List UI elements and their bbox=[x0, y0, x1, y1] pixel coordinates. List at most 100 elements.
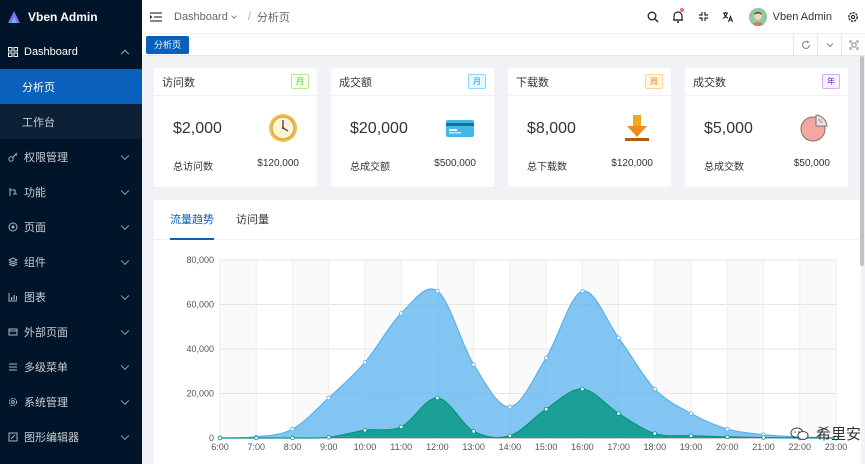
sidebar-item-graph-editor[interactable]: 图形编辑器 bbox=[0, 419, 142, 454]
sidebar-item-label: 分析页 bbox=[22, 81, 55, 94]
card-total-label: 总成交数 bbox=[704, 162, 744, 173]
sidebar-item-system[interactable]: 系统管理 bbox=[0, 384, 142, 419]
card-footer: 总成交额 $500,000 bbox=[350, 158, 476, 173]
data-point bbox=[761, 435, 766, 440]
menu-fold-icon[interactable] bbox=[150, 11, 162, 22]
sidebar-item-label: 权限管理 bbox=[24, 151, 68, 164]
menu-icon bbox=[8, 362, 18, 372]
card-header: 成交数 年 bbox=[685, 68, 848, 96]
pie-chart-icon: % bbox=[800, 114, 828, 142]
chevron-down-icon bbox=[120, 186, 130, 195]
x-tick-label: 7:00 bbox=[247, 442, 265, 452]
data-point bbox=[652, 431, 658, 436]
data-point bbox=[326, 435, 331, 440]
traffic-chart-panel: 流量趋势 访问量 0 20,000 40,000 60,000 80,000 6:00 7:… bbox=[154, 200, 861, 464]
download-icon bbox=[625, 115, 649, 141]
card-header: 访问数 月 bbox=[154, 68, 317, 96]
components-icon bbox=[8, 256, 18, 267]
refresh-button[interactable] bbox=[793, 34, 817, 55]
sidebar-item-analysis[interactable]: 分析页 bbox=[0, 69, 142, 104]
sidebar-item-charts[interactable]: 图表 bbox=[0, 279, 142, 314]
y-tick-label: 40,000 bbox=[186, 344, 214, 354]
scrollbar-thumb[interactable] bbox=[860, 56, 864, 266]
data-point bbox=[543, 355, 549, 361]
search-icon bbox=[647, 11, 659, 22]
data-point bbox=[580, 386, 585, 392]
sidebar-item-components[interactable]: 组件 bbox=[0, 244, 142, 279]
data-point bbox=[688, 411, 694, 416]
card-total-value: $120,000 bbox=[257, 158, 299, 169]
x-tick-label: 10:00 bbox=[354, 442, 377, 452]
sidebar-item-page[interactable]: 页面 bbox=[0, 209, 142, 244]
sidebar-item-label: 页面 bbox=[24, 221, 46, 234]
sidebar-item-permission[interactable]: 权限管理 bbox=[0, 139, 142, 174]
card-total-value: $500,000 bbox=[434, 158, 476, 169]
chevron-down-icon bbox=[120, 221, 130, 230]
data-point bbox=[471, 362, 476, 367]
settings-icon bbox=[8, 397, 18, 407]
sidebar-item-dashboard[interactable]: Dashboard bbox=[0, 34, 142, 69]
clock-icon bbox=[269, 114, 297, 142]
breadcrumb-analysis[interactable]: 分析页 bbox=[257, 9, 290, 25]
main-content: 访问数 月 $2,000 总访问数 $120,000 成交额 月 $20,000 bbox=[142, 56, 865, 464]
tab-visits[interactable]: 访问量 bbox=[236, 211, 269, 239]
chevron-down-icon[interactable] bbox=[230, 12, 237, 19]
notification-dot bbox=[679, 7, 684, 12]
settings-button[interactable] bbox=[840, 0, 865, 34]
card-total-value: $120,000 bbox=[611, 158, 653, 169]
search-button[interactable] bbox=[641, 0, 666, 34]
app-logo[interactable]: Vben Admin bbox=[0, 0, 142, 34]
tab-traffic-trend[interactable]: 流量趋势 bbox=[170, 211, 214, 240]
x-tick-label: 16:00 bbox=[571, 442, 594, 452]
sidebar: Vben Admin Dashboard 分析页 工作台 权限管理 功能 页面 … bbox=[0, 0, 142, 464]
data-point bbox=[507, 433, 513, 438]
data-point bbox=[398, 311, 404, 316]
period-tag: 月 bbox=[291, 74, 309, 89]
card-total-label: 总访问数 bbox=[173, 162, 213, 173]
avatar[interactable] bbox=[748, 7, 767, 26]
card-total-label: 总下载数 bbox=[527, 162, 567, 173]
data-point bbox=[290, 435, 295, 441]
sidebar-item-label: 功能 bbox=[24, 186, 46, 199]
x-tick-label: 8:00 bbox=[284, 442, 302, 452]
fullscreen-button[interactable] bbox=[691, 0, 716, 34]
credit-card-icon bbox=[446, 120, 474, 137]
data-point bbox=[326, 395, 331, 401]
x-tick-label: 11:00 bbox=[390, 442, 412, 452]
breadcrumb: Dashboard / 分析页 bbox=[174, 9, 290, 25]
data-point bbox=[217, 435, 223, 441]
sidebar-item-workbench[interactable]: 工作台 bbox=[0, 104, 142, 139]
sidebar-item-external[interactable]: 外部页面 bbox=[0, 314, 142, 349]
chevron-down-icon bbox=[120, 151, 130, 160]
chart-icon bbox=[8, 292, 18, 302]
data-point bbox=[471, 429, 476, 434]
card-value: $5,000 bbox=[704, 120, 753, 137]
tabs-dropdown-button[interactable] bbox=[817, 34, 841, 55]
data-point bbox=[616, 411, 621, 416]
language-button[interactable] bbox=[716, 0, 741, 34]
chevron-up-icon bbox=[120, 49, 130, 58]
stat-card-sales: 成交额 月 $20,000 总成交额 $500,000 bbox=[331, 68, 494, 187]
x-tick-label: 20:00 bbox=[716, 442, 739, 452]
x-tick-label: 6:00 bbox=[211, 442, 229, 452]
page-scrollbar[interactable] bbox=[859, 56, 865, 286]
breadcrumb-dashboard[interactable]: Dashboard bbox=[174, 11, 228, 23]
sidebar-item-label: 图表 bbox=[24, 291, 46, 304]
username[interactable]: Vben Admin bbox=[773, 11, 832, 23]
data-point bbox=[688, 433, 694, 438]
data-point bbox=[435, 288, 440, 294]
data-point bbox=[290, 426, 295, 432]
top-header: Dashboard / 分析页 Vben Admin bbox=[142, 0, 865, 34]
card-footer: 总下载数 $120,000 bbox=[527, 158, 653, 173]
settings-icon bbox=[847, 11, 858, 22]
data-point bbox=[435, 395, 440, 401]
notification-button[interactable] bbox=[666, 0, 691, 34]
card-value: $20,000 bbox=[350, 120, 408, 137]
card-total-value: $50,000 bbox=[793, 158, 830, 169]
sidebar-item-multilevel[interactable]: 多级菜单 bbox=[0, 349, 142, 384]
fold-content-button[interactable] bbox=[841, 34, 865, 55]
tab-analysis[interactable]: 分析页 bbox=[146, 35, 190, 54]
period-tag: 年 bbox=[822, 74, 840, 89]
sidebar-item-function[interactable]: 功能 bbox=[0, 174, 142, 209]
svg-text:%: % bbox=[818, 119, 823, 125]
